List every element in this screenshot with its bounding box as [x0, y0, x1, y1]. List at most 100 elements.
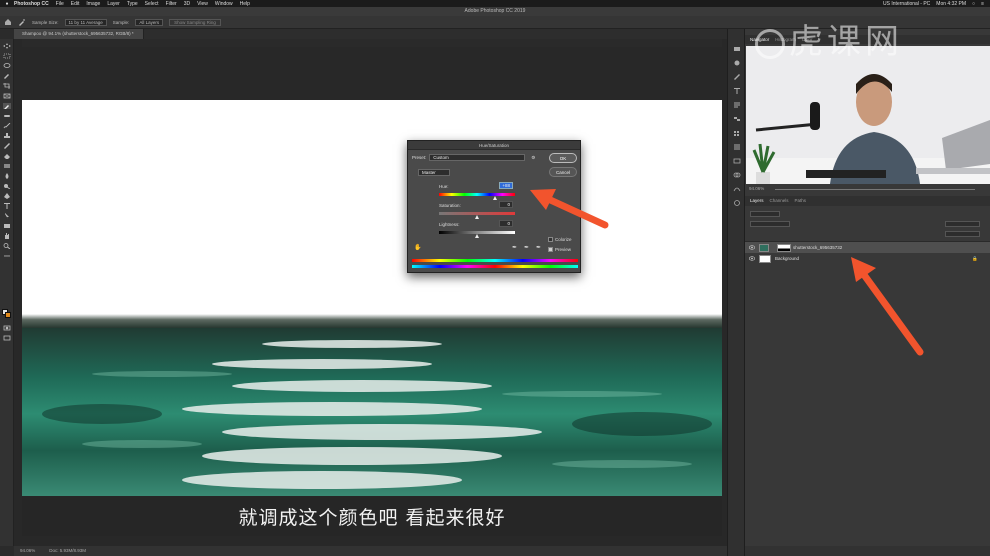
adjustments-panel-icon[interactable] — [733, 53, 741, 66]
shape-tool-icon[interactable] — [3, 223, 11, 229]
libraries-panel-icon[interactable] — [733, 151, 741, 164]
hue-slider[interactable] — [439, 193, 515, 196]
navigator-zoom-slider[interactable] — [775, 188, 975, 190]
history-brush-icon[interactable] — [3, 143, 11, 149]
layer-row[interactable]: shutterstock_695635732 — [745, 242, 990, 253]
channels-panel-icon[interactable] — [733, 165, 741, 178]
clone-stamp-icon[interactable] — [3, 133, 11, 139]
menu-select[interactable]: Select — [145, 1, 159, 7]
opacity-field[interactable] — [945, 221, 980, 227]
layer-filter-select[interactable] — [750, 211, 780, 217]
saturation-slider-thumb[interactable] — [474, 215, 479, 219]
visibility-eye-icon[interactable] — [749, 245, 755, 250]
home-icon[interactable] — [4, 18, 12, 26]
layer-name[interactable]: Background — [775, 253, 799, 264]
eyedropper-sample-icon[interactable]: ✒ — [512, 244, 517, 251]
menu-type[interactable]: Type — [127, 1, 138, 7]
layer-mask-thumbnail[interactable] — [777, 243, 791, 252]
cancel-button[interactable]: Cancel — [549, 167, 577, 177]
paragraph-panel-icon[interactable] — [733, 95, 741, 108]
eyedropper-tool-icon[interactable] — [18, 18, 26, 26]
frame-tool-icon[interactable] — [3, 93, 11, 99]
crop-tool-icon[interactable] — [3, 83, 11, 89]
search-icon[interactable]: ○ — [972, 1, 975, 7]
menu-window[interactable]: Window — [215, 1, 233, 7]
info-panel-icon[interactable] — [733, 193, 741, 206]
properties-panel-icon[interactable] — [733, 137, 741, 150]
menu-list-icon[interactable]: ≡ — [981, 1, 984, 7]
layer-name[interactable]: shutterstock_695635732 — [793, 242, 842, 253]
character-panel-icon[interactable] — [733, 81, 741, 94]
lightness-value-field[interactable]: 0 — [499, 220, 513, 227]
navigator-zoom-value[interactable]: 94.06% — [749, 186, 764, 191]
eyedropper-subtract-icon[interactable]: ✒ — [536, 244, 541, 251]
show-sampling-ring-checkbox[interactable]: Show Sampling Ring — [169, 18, 221, 26]
lasso-tool-icon[interactable] — [3, 63, 11, 69]
quick-mask-icon[interactable] — [3, 325, 11, 331]
sample-select[interactable]: All Layers — [135, 18, 164, 26]
menu-help[interactable]: Help — [240, 1, 250, 7]
preset-gear-icon[interactable]: ⚙ — [531, 155, 535, 161]
zoom-tool-icon[interactable] — [3, 243, 11, 249]
sample-size-select[interactable]: 11 by 11 Average — [64, 18, 107, 26]
eyedropper-icon[interactable] — [3, 103, 11, 109]
fill-field[interactable] — [945, 231, 980, 237]
menu-image[interactable]: Image — [86, 1, 100, 7]
document-canvas[interactable] — [22, 100, 722, 496]
background-color-swatch[interactable] — [5, 312, 11, 318]
apple-icon[interactable]: ● — [0, 1, 14, 7]
channel-select[interactable]: Master — [418, 169, 450, 176]
screen-mode-icon[interactable] — [3, 335, 11, 341]
hue-slider-thumb[interactable] — [493, 196, 498, 200]
tab-channels[interactable]: Channels — [770, 196, 789, 206]
brush-settings-icon[interactable] — [733, 67, 741, 80]
eyedropper-add-icon[interactable]: ✒ — [524, 244, 529, 251]
blur-tool-icon[interactable] — [3, 173, 11, 179]
clock-label[interactable]: Mon 4:32 PM — [936, 1, 966, 7]
history-panel-icon[interactable] — [733, 39, 741, 51]
preset-select[interactable]: Custom — [429, 154, 526, 161]
lightness-slider-thumb[interactable] — [474, 234, 479, 238]
hue-value-field[interactable]: +88 — [499, 182, 513, 189]
path-select-icon[interactable] — [3, 213, 11, 219]
brush-tool-icon[interactable] — [3, 123, 11, 129]
marquee-tool-icon[interactable] — [3, 53, 11, 59]
targeted-adjust-hand-icon[interactable]: ✋ — [414, 244, 421, 251]
swatches-panel-icon[interactable] — [733, 123, 741, 136]
colorize-checkbox[interactable] — [548, 237, 553, 242]
quick-select-tool-icon[interactable] — [3, 73, 11, 79]
menu-status-area: US International - PC Mon 4:32 PM ○ ≡ — [883, 0, 984, 7]
tab-paths[interactable]: Paths — [795, 196, 807, 206]
menu-file[interactable]: File — [56, 1, 64, 7]
menu-app-name[interactable]: Photoshop CC — [14, 1, 49, 7]
menu-filter[interactable]: Filter — [166, 1, 177, 7]
tab-layers[interactable]: Layers — [750, 196, 764, 206]
paths-panel-icon[interactable] — [733, 179, 741, 192]
type-tool-icon[interactable] — [3, 203, 11, 209]
hand-tool-icon[interactable] — [3, 233, 11, 239]
saturation-value-field[interactable]: 0 — [499, 201, 513, 208]
status-doc-size[interactable]: Doc: 5.93M/8.93M — [49, 546, 86, 556]
layer-row[interactable]: Background 🔒 — [745, 253, 990, 264]
status-zoom[interactable]: 94.06% — [20, 546, 35, 556]
healing-brush-icon[interactable] — [3, 113, 11, 119]
preview-checkbox[interactable] — [548, 247, 553, 252]
eraser-tool-icon[interactable] — [3, 153, 11, 159]
more-tools-icon[interactable] — [3, 253, 11, 259]
hue-saturation-dialog: Hue/Saturation Preset: Custom ⚙ OK Cance… — [407, 140, 581, 273]
menu-3d[interactable]: 3D — [184, 1, 190, 7]
blend-mode-select[interactable] — [750, 221, 790, 227]
pen-tool-icon[interactable] — [3, 193, 11, 199]
dodge-tool-icon[interactable] — [3, 183, 11, 189]
navigator-preview[interactable] — [746, 46, 990, 184]
styles-panel-icon[interactable] — [733, 109, 741, 121]
menu-view[interactable]: View — [197, 1, 208, 7]
input-source-label[interactable]: US International - PC — [883, 1, 930, 7]
document-tab[interactable]: Shampoo @ 94.1% (shutterstock_695635732,… — [14, 29, 144, 39]
menu-layer[interactable]: Layer — [107, 1, 120, 7]
gradient-tool-icon[interactable] — [3, 163, 11, 169]
ok-button[interactable]: OK — [549, 153, 577, 163]
visibility-eye-icon[interactable] — [749, 256, 755, 261]
move-tool-icon[interactable] — [3, 43, 11, 49]
menu-edit[interactable]: Edit — [71, 1, 80, 7]
